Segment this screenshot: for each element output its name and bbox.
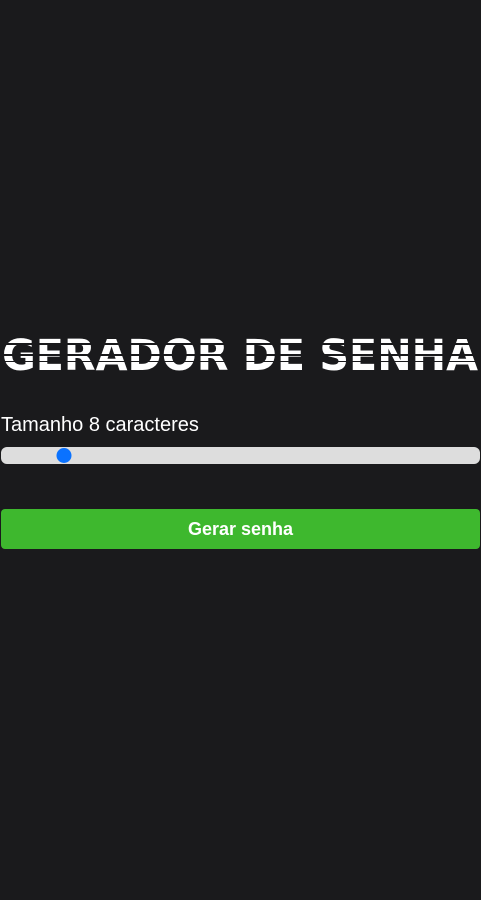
page: GERADOR DE SENHA Tamanho 8 caracteres Ge… (0, 0, 481, 900)
generate-password-button[interactable]: Gerar senha (1, 509, 480, 549)
size-label: Tamanho 8 caracteres (1, 414, 199, 436)
logo: GERADOR DE SENHA (2, 330, 481, 380)
slider-thumb[interactable] (56, 448, 72, 463)
logo-graphic: GERADOR DE SENHA (2, 331, 481, 380)
password-length-slider[interactable] (1, 447, 480, 464)
